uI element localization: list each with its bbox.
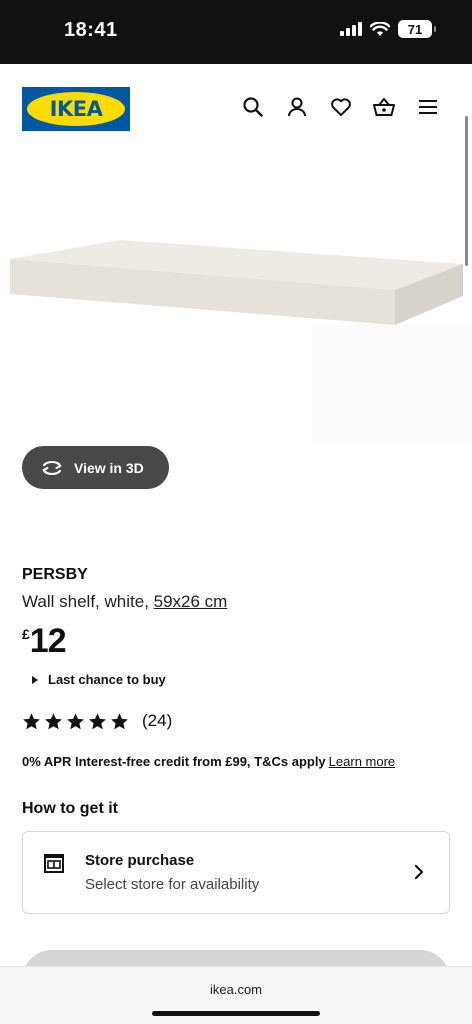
star-icon	[89, 712, 106, 729]
store-purchase-subtitle: Select store for availability	[85, 876, 260, 893]
signal-icon	[340, 22, 362, 36]
credit-text: 0% APR Interest-free credit from £99, T&…	[22, 754, 326, 769]
price-currency: £	[22, 626, 30, 642]
product-rating[interactable]: (24)	[22, 711, 172, 731]
star-icon	[111, 712, 128, 729]
store-purchase-card[interactable]: Store purchase Select store for availabi…	[22, 831, 450, 914]
product-size-link[interactable]: 59x26 cm	[154, 592, 228, 611]
star-icon	[67, 712, 84, 729]
logo-oval: IKEA	[27, 92, 125, 126]
status-bar: 18:41 71	[0, 0, 472, 64]
learn-more-link[interactable]: Learn more	[329, 754, 395, 769]
status-icons: 71	[340, 20, 436, 38]
how-to-get-it-heading: How to get it	[22, 800, 118, 817]
product-name: PERSBY	[22, 566, 88, 583]
last-chance-label: Last chance to buy	[48, 672, 166, 687]
product-description-text: Wall shelf, white,	[22, 592, 154, 611]
view-in-3d-label: View in 3D	[74, 459, 144, 476]
product-description: Wall shelf, white, 59x26 cm	[22, 592, 227, 612]
rotate-3d-icon	[42, 460, 62, 475]
triangle-right-icon	[32, 675, 38, 684]
account-icon[interactable]	[285, 95, 309, 119]
store-icon	[44, 854, 64, 873]
battery-indicator: 71	[398, 20, 436, 38]
home-indicator[interactable]	[152, 1011, 320, 1016]
rating-count: (24)	[142, 711, 173, 730]
star-icon	[45, 712, 62, 729]
site-header: IKEA	[0, 64, 472, 154]
star-icon	[23, 712, 40, 729]
price-amount: 12	[29, 622, 67, 660]
menu-icon[interactable]	[416, 95, 440, 119]
last-chance-notice[interactable]: Last chance to buy	[32, 672, 166, 687]
heart-icon[interactable]	[329, 95, 353, 119]
product-image	[10, 240, 472, 444]
wifi-icon	[370, 21, 390, 36]
ikea-logo[interactable]: IKEA	[22, 87, 130, 131]
store-purchase-title: Store purchase	[85, 852, 195, 869]
status-time: 18:41	[64, 19, 118, 41]
credit-info: 0% APR Interest-free credit from £99, T&…	[22, 754, 395, 769]
product-price: £ 12	[22, 622, 67, 661]
view-in-3d-button[interactable]: View in 3D	[22, 446, 169, 489]
basket-icon[interactable]	[372, 95, 396, 119]
browser-bottom-bar: ikea.com	[0, 966, 472, 1024]
browser-url[interactable]: ikea.com	[0, 982, 472, 997]
logo-text: IKEA	[49, 97, 103, 121]
chevron-right-icon	[414, 864, 424, 880]
search-icon[interactable]	[241, 95, 265, 119]
